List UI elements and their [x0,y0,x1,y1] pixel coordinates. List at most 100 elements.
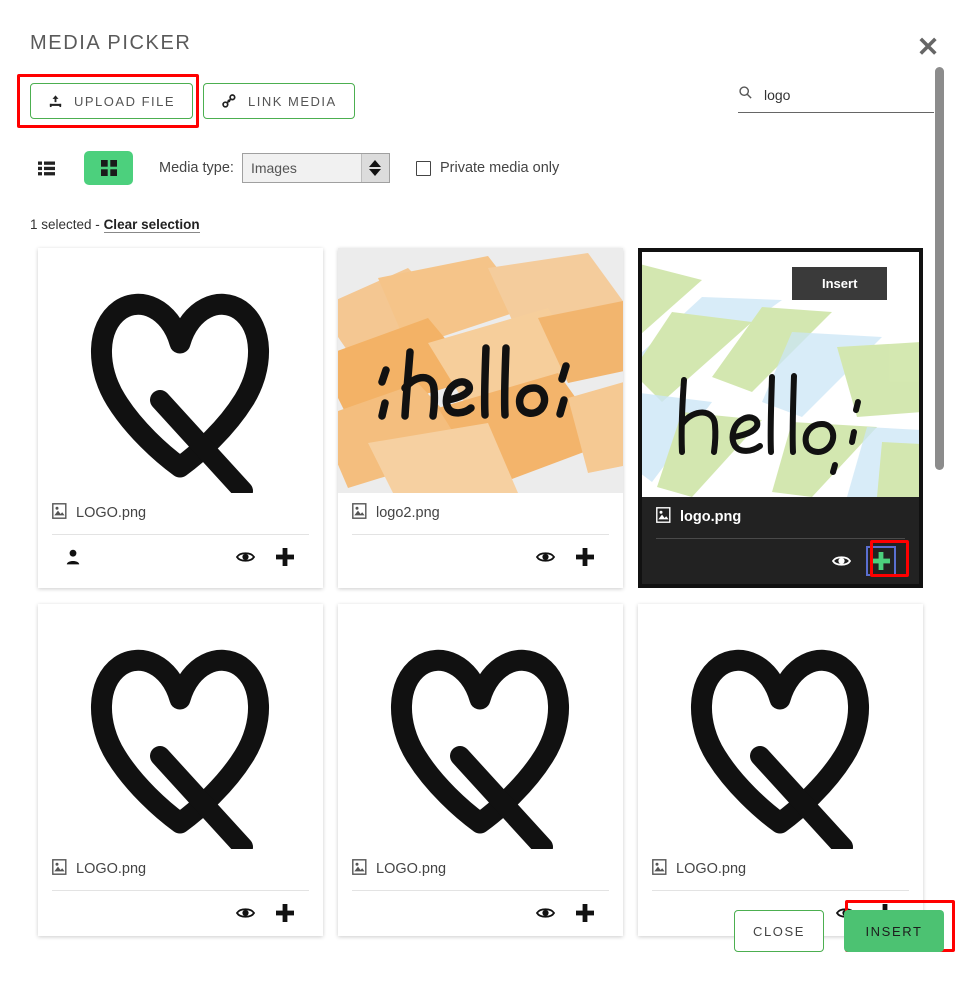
image-file-icon [652,859,667,875]
media-filename-row: LOGO.png [52,859,309,890]
image-file-icon [52,503,67,523]
media-card[interactable]: LOGO.png [338,604,623,936]
preview-eye-icon[interactable] [536,906,555,920]
insert-button[interactable]: INSERT [844,910,944,952]
media-meta: logo2.png [338,493,623,580]
media-filename: LOGO.png [376,861,447,877]
media-card-actions [352,534,609,578]
media-meta: logo.png [642,497,919,584]
media-filename-row: logo2.png [352,503,609,534]
heart-q-logo-image [38,248,323,493]
media-filename: LOGO.png [676,861,747,877]
image-file-icon [656,507,671,523]
media-filename: logo2.png [376,505,440,521]
upload-icon [48,94,63,109]
media-filename-row: logo.png [656,507,905,538]
media-thumbnail[interactable] [38,248,323,493]
plus-icon [276,903,294,922]
media-thumbnail[interactable] [338,248,623,493]
plus-icon [276,547,294,566]
link-media-button[interactable]: LINK MEDIA [203,83,355,119]
media-meta: LOGO.png [38,493,323,580]
insert-plus-icon[interactable] [575,547,595,567]
eye-icon [536,551,555,562]
chevron-down-icon [369,169,382,176]
image-file-icon [656,507,671,527]
close-button[interactable]: CLOSE [734,910,824,952]
media-card-actions [52,890,309,934]
eye-icon [236,907,255,918]
scrollbar-thumb[interactable] [935,67,944,470]
preview-eye-icon[interactable] [832,554,851,568]
media-card[interactable]: LOGO.png [638,604,923,936]
page-title: MEDIA PICKER [30,32,192,54]
image-file-icon [352,859,367,875]
media-owner-indicator [66,549,80,565]
action-buttons: UPLOAD FILE LINK MEDIA [30,83,355,119]
media-thumbnail[interactable] [638,604,923,849]
media-card[interactable]: LOGO.png [38,248,323,588]
insert-plus-icon[interactable] [866,545,896,576]
media-type-label: Media type: [159,160,234,176]
insert-plus-icon[interactable] [275,903,295,923]
dialog-footer: CLOSE INSERT [734,910,944,952]
upload-file-label: UPLOAD FILE [74,93,176,109]
heart-q-logo-image [338,604,623,849]
user-icon [66,549,80,565]
media-thumbnail[interactable] [338,604,623,849]
insert-plus-icon[interactable] [575,903,595,923]
eye-icon [536,907,555,918]
image-file-icon [52,503,67,519]
image-file-icon [352,859,367,879]
media-card-actions [352,890,609,934]
selection-status: 1 selected - Clear selection [30,217,200,233]
media-card[interactable]: Insert logo.png [638,248,923,588]
media-card-actions [52,534,309,578]
plus-icon [872,551,890,570]
media-picker-dialog: MEDIA PICKER ✕ UPLOAD FILE LINK MEDIA lo… [0,0,969,982]
selected-count: 1 selected - [30,217,100,232]
media-card-actions [656,538,905,582]
media-filename-row: LOGO.png [352,859,609,890]
media-type-select[interactable]: Images [241,153,390,183]
filter-toolbar: Media type: Images Private media only [30,150,559,186]
media-grid: LOGO.png logo2.png Insert logo.png LOGO.… [38,248,934,936]
eye-icon [236,551,255,562]
media-thumbnail[interactable] [38,604,323,849]
user-icon [66,549,80,564]
chevron-up-icon [369,160,382,167]
eye-icon [832,555,851,566]
media-meta: LOGO.png [338,849,623,936]
upload-file-button[interactable]: UPLOAD FILE [30,83,194,119]
insert-plus-icon[interactable] [275,547,295,567]
media-card[interactable]: LOGO.png [38,604,323,936]
private-media-checkbox-row[interactable]: Private media only [415,160,560,176]
image-file-icon [352,503,367,523]
media-card[interactable]: logo2.png [338,248,623,588]
plus-icon [576,547,594,566]
media-filename: logo.png [680,509,742,525]
heart-q-logo-image [638,604,923,849]
preview-eye-icon[interactable] [236,550,255,564]
image-file-icon [52,859,67,875]
media-filename: LOGO.png [76,861,147,877]
media-filename: LOGO.png [76,505,147,521]
list-view-icon[interactable] [30,151,64,185]
close-icon[interactable]: ✕ [911,30,945,64]
heart-q-logo-image [38,604,323,849]
insert-tooltip: Insert [792,267,888,300]
search-box[interactable] [738,85,934,113]
private-media-checkbox[interactable] [415,160,431,176]
link-icon [221,93,237,109]
preview-eye-icon[interactable] [236,906,255,920]
search-input[interactable] [762,86,934,104]
image-file-icon [52,859,67,879]
media-filename-row: LOGO.png [52,503,309,534]
image-file-icon [352,503,367,519]
media-type-value: Images [250,160,297,176]
grid-view-icon[interactable] [84,151,133,185]
private-media-label: Private media only [439,160,560,176]
clear-selection-link[interactable]: Clear selection [103,217,200,233]
spinner-arrows-icon[interactable] [360,154,389,182]
preview-eye-icon[interactable] [536,550,555,564]
